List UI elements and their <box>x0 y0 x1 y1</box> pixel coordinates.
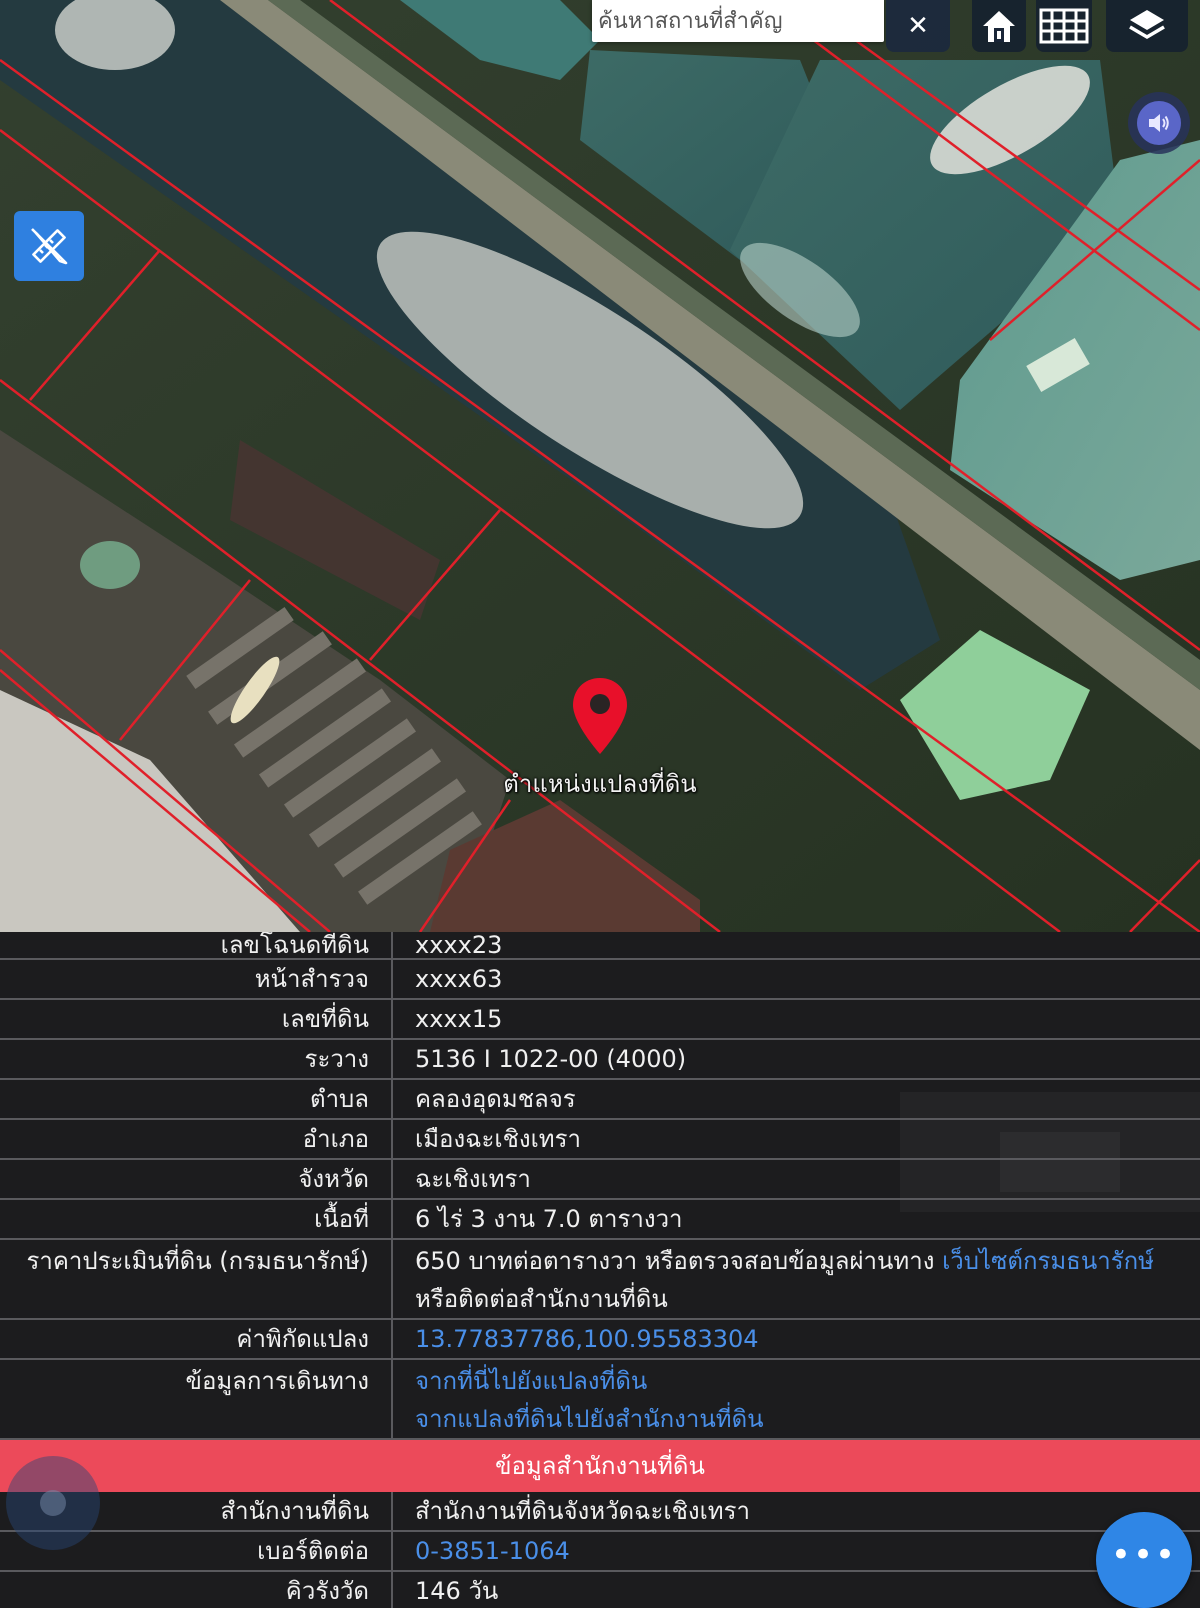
label-district: อำเภอ <box>0 1120 393 1158</box>
route-to-office-link[interactable]: จากแปลงที่ดินไปยังสำนักงานที่ดิน <box>415 1405 764 1433</box>
row-land-office: สำนักงานที่ดิน สำนักงานที่ดินจังหวัดฉะเช… <box>0 1492 1200 1532</box>
label-area: เนื้อที่ <box>0 1200 393 1238</box>
row-coordinates: ค่าพิกัดแปลง 13.77837786,100.95583304 <box>0 1320 1200 1360</box>
value-coordinates: 13.77837786,100.95583304 <box>393 1320 1200 1358</box>
price-text-line2: หรือติดต่อสำนักงานที่ดิน <box>415 1285 668 1313</box>
row-map-sheet: ระวาง 5136 I 1022-00 (4000) <box>0 1040 1200 1080</box>
clear-search-button[interactable]: ✕ <box>886 0 950 52</box>
label-coordinates: ค่าพิกัดแปลง <box>0 1320 393 1358</box>
map-view[interactable]: ✕ <box>0 0 1200 932</box>
value-survey-queue: 146 วัน <box>415 1577 499 1605</box>
phone-link[interactable]: 0-3851-1064 <box>415 1537 570 1565</box>
layers-button[interactable] <box>1106 0 1188 52</box>
search-box[interactable] <box>592 0 884 42</box>
row-phone: เบอร์ติดต่อ 0-3851-1064 <box>0 1532 1200 1572</box>
more-dots-icon: ••• <box>1110 1535 1178 1575</box>
value-province: ฉะเชิงเทรา <box>415 1165 531 1193</box>
label-subdistrict: ตำบล <box>0 1080 393 1118</box>
draw-tool-button[interactable] <box>14 211 84 281</box>
close-icon: ✕ <box>907 11 929 41</box>
label-deed-number: เลขโฉนดที่ดิน <box>0 932 393 958</box>
value-subdistrict: คลองอุดมชลจร <box>415 1085 576 1113</box>
value-phone: 0-3851-1064 <box>393 1532 1200 1570</box>
office-section-header: ข้อมูลสำนักงานที่ดิน <box>0 1440 1200 1492</box>
label-land-number: เลขที่ดิน <box>0 1000 393 1038</box>
value-district: เมืองฉะเชิงเทรา <box>415 1125 581 1153</box>
coordinates-link[interactable]: 13.77837786,100.95583304 <box>415 1325 759 1353</box>
price-text: 650 บาทต่อตารางวา หรือตรวจสอบข้อมูลผ่านท… <box>415 1247 943 1275</box>
location-pin-icon[interactable] <box>570 676 630 756</box>
value-land-office: สำนักงานที่ดินจังหวัดฉะเชิงเทรา <box>415 1497 750 1525</box>
treasury-website-link[interactable]: เว็บไซต์กรมธนารักษ์ <box>942 1247 1154 1275</box>
row-appraisal-price: ราคาประเมินที่ดิน (กรมธนารักษ์) 650 บาทต… <box>0 1240 1200 1320</box>
label-map-sheet: ระวาง <box>0 1040 393 1078</box>
route-to-parcel-link[interactable]: จากที่นี่ไปยังแปลงที่ดิน <box>415 1367 647 1395</box>
value-survey-page: xxxx63 <box>415 965 503 993</box>
label-survey-page: หน้าสำรวจ <box>0 960 393 998</box>
more-options-button[interactable]: ••• <box>1096 1512 1192 1608</box>
label-province: จังหวัด <box>0 1160 393 1198</box>
row-subdistrict: ตำบล คลองอุดมชลจร <box>0 1080 1200 1120</box>
info-table: เลขโฉนดที่ดิน xxxx23 หน้าสำรวจ xxxx63 เล… <box>0 932 1200 1608</box>
row-land-number: เลขที่ดิน xxxx15 <box>0 1000 1200 1040</box>
home-icon <box>983 11 1015 42</box>
floating-ghost-button[interactable] <box>6 1456 100 1550</box>
row-district: อำเภอ เมืองฉะเชิงเทรา <box>0 1120 1200 1160</box>
value-area: 6 ไร่ 3 งาน 7.0 ตารางวา <box>415 1205 683 1233</box>
row-province: จังหวัด ฉะเชิงเทรา <box>0 1160 1200 1200</box>
value-map-sheet: 5136 I 1022-00 (4000) <box>415 1045 687 1073</box>
small-pond <box>80 541 140 589</box>
layers-icon <box>1129 10 1165 40</box>
speaker-icon <box>1149 114 1169 132</box>
value-travel: จากที่นี่ไปยังแปลงที่ดิน จากแปลงที่ดินไป… <box>393 1360 1200 1438</box>
value-deed-number: xxxx23 <box>415 932 503 959</box>
ruler-pencil-icon <box>31 228 68 265</box>
marker-label: ตำแหน่งแปลงที่ดิน <box>503 770 697 798</box>
parcel-info-panel: เลขโฉนดที่ดิน xxxx23 หน้าสำรวจ xxxx63 เล… <box>0 932 1200 1608</box>
row-survey-queue: คิวรังวัด 146 วัน <box>0 1572 1200 1608</box>
value-land-number: xxxx15 <box>415 1005 503 1033</box>
row-deed-number: เลขโฉนดที่ดิน xxxx23 <box>0 932 1200 960</box>
app: ✕ <box>0 0 1200 1608</box>
row-travel: ข้อมูลการเดินทาง จากที่นี่ไปยังแปลงที่ดิ… <box>0 1360 1200 1440</box>
grid-icon <box>1039 8 1089 44</box>
label-travel: ข้อมูลการเดินทาง <box>0 1360 393 1438</box>
sound-button-inner <box>1137 101 1181 145</box>
home-button[interactable] <box>972 0 1026 52</box>
grid-button[interactable] <box>1036 0 1092 52</box>
row-area: เนื้อที่ 6 ไร่ 3 งาน 7.0 ตารางวา <box>0 1200 1200 1240</box>
sound-button[interactable] <box>1128 92 1190 154</box>
search-input[interactable] <box>592 0 884 42</box>
label-survey-queue: คิวรังวัด <box>0 1572 393 1608</box>
row-survey-page: หน้าสำรวจ xxxx63 <box>0 960 1200 1000</box>
ghost-button-dot <box>40 1490 66 1516</box>
value-appraisal-price: 650 บาทต่อตารางวา หรือตรวจสอบข้อมูลผ่านท… <box>393 1240 1200 1318</box>
label-appraisal-price: ราคาประเมินที่ดิน (กรมธนารักษ์) <box>0 1240 393 1318</box>
